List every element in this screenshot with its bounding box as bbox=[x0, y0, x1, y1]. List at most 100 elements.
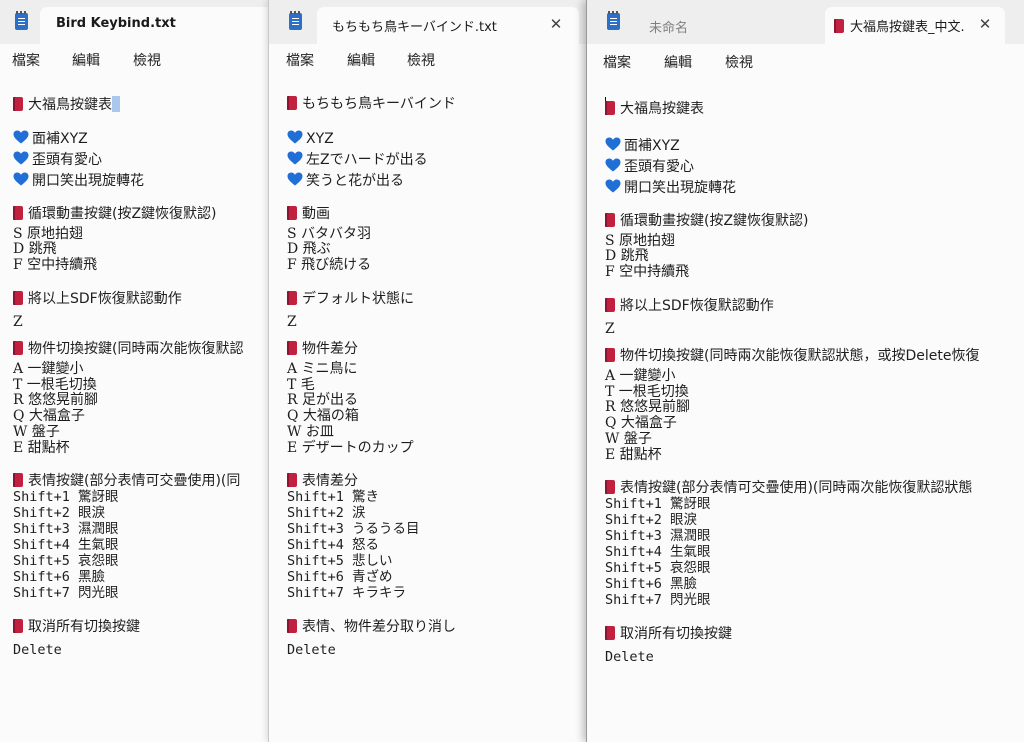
line-text: Shift+5 悲しい bbox=[287, 553, 393, 569]
menu-view[interactable]: 檢視 bbox=[133, 50, 161, 70]
section-heading: 表情、物件差分取り消し bbox=[287, 619, 456, 635]
text-line: Delete bbox=[605, 649, 654, 665]
line-text: Shift+6 黑臉 bbox=[605, 576, 698, 592]
tab-mochimochi-keybind[interactable]: もちもち鳥キーバインド.txt ✕ bbox=[317, 7, 579, 44]
text-line: Shift+7 閃光眼 bbox=[13, 585, 119, 601]
heart-line: 面補XYZ bbox=[605, 137, 680, 154]
line-text: Q 大福盒子 bbox=[13, 408, 85, 424]
text-line: E デザートのカップ bbox=[287, 440, 414, 456]
text-line: Q 大福盒子 bbox=[13, 408, 85, 424]
menu-view[interactable]: 檢視 bbox=[725, 52, 753, 72]
line-text: A 一鍵變小 bbox=[13, 361, 84, 377]
book-icon bbox=[287, 341, 297, 355]
text-line: Shift+5 哀怨眼 bbox=[13, 553, 119, 569]
section-heading: 將以上SDF恢復默認動作 bbox=[605, 298, 774, 314]
text-line: Shift+4 生氣眼 bbox=[13, 537, 119, 553]
close-tab-icon[interactable]: ✕ bbox=[547, 15, 565, 33]
line-text: 開口笑出現旋轉花 bbox=[624, 180, 736, 196]
section-heading: 表情差分 bbox=[287, 473, 358, 489]
heart-icon bbox=[605, 158, 621, 172]
line-text: 動画 bbox=[302, 206, 330, 222]
line-text: S 原地拍翅 bbox=[605, 233, 676, 249]
text-line: Shift+5 悲しい bbox=[287, 553, 393, 569]
line-text: S バタバタ羽 bbox=[287, 226, 372, 242]
heart-line: 面補XYZ bbox=[13, 130, 88, 147]
menu-edit[interactable]: 編輯 bbox=[72, 50, 100, 70]
text-line: Shift+1 驚き bbox=[287, 489, 379, 505]
line-text: Shift+5 哀怨眼 bbox=[605, 560, 711, 576]
text-editor-area[interactable]: もちもち鳥キーバインド XYZ 左Zでハードが出る 笑うと花が出る 動画 S バタバタ羽 D… bbox=[269, 76, 587, 742]
menu-file[interactable]: 檔案 bbox=[12, 50, 40, 70]
line-text: A 一鍵變小 bbox=[605, 368, 676, 384]
heart-icon bbox=[287, 151, 303, 165]
notepad-icon bbox=[289, 11, 302, 30]
text-line: Shift+7 閃光眼 bbox=[605, 592, 711, 608]
line-text: 循環動畫按鍵(按Z鍵恢復默認) bbox=[620, 213, 809, 229]
line-text: Shift+2 涙 bbox=[287, 505, 366, 521]
heart-line: 左Zでハードが出る bbox=[287, 151, 428, 168]
notepad-window-daifuku-keybind-chinese: 未命名 大福鳥按鍵表_中文. ✕ 檔案 編輯 檢視 大福鳥按鍵表 面補XYZ 歪頭有… bbox=[586, 0, 1024, 742]
line-text: F 飛び続ける bbox=[287, 257, 372, 273]
line-text: Z bbox=[13, 314, 23, 330]
text-line: R 足が出る bbox=[287, 392, 358, 408]
book-icon bbox=[605, 480, 615, 494]
line-text: T 一根毛切換 bbox=[605, 384, 689, 400]
text-editor-area[interactable]: 大福鳥按鍵表 面補XYZ 歪頭有愛心 開口笑出現旋轉花 循環動畫按鍵(按Z鍵恢復默認) S… bbox=[0, 76, 268, 742]
tab-daifuku-keybind-chinese[interactable]: 大福鳥按鍵表_中文. ✕ bbox=[825, 7, 1005, 44]
line-text: W 盤子 bbox=[13, 424, 60, 440]
text-line: Shift+6 青ざめ bbox=[287, 569, 393, 585]
text-line: F 空中持續飛 bbox=[13, 257, 97, 273]
line-text: F 空中持續飛 bbox=[13, 257, 98, 273]
heart-icon bbox=[13, 151, 29, 165]
text-line: Shift+5 哀怨眼 bbox=[605, 560, 711, 576]
line-text: Shift+2 眼淚 bbox=[13, 505, 106, 521]
tab-untitled[interactable]: 未命名 bbox=[649, 17, 688, 36]
book-icon bbox=[13, 619, 23, 633]
text-selection bbox=[112, 96, 120, 112]
section-heading: 物件切換按鍵(同時兩次能恢復默認 bbox=[13, 341, 243, 357]
text-editor-area[interactable]: 大福鳥按鍵表 面補XYZ 歪頭有愛心 開口笑出現旋轉花 循環動畫按鍵(按Z鍵恢復默認) S… bbox=[587, 80, 1024, 742]
title-bar: Bird Keybind.txt bbox=[0, 0, 268, 44]
line-text: E 甜點杯 bbox=[605, 447, 662, 463]
menu-bar: 檔案 編輯 檢視 bbox=[269, 44, 587, 76]
notepad-window-mochimochi-keybind: もちもち鳥キーバインド.txt ✕ 檔案 編輯 檢視 もちもち鳥キーバインド XY… bbox=[268, 0, 587, 742]
close-tab-icon[interactable]: ✕ bbox=[976, 15, 994, 33]
section-heading: 循環動畫按鍵(按Z鍵恢復默認) bbox=[605, 213, 809, 229]
menu-file[interactable]: 檔案 bbox=[286, 50, 314, 70]
text-line: Shift+4 怒る bbox=[287, 537, 379, 553]
section-heading: 取消所有切換按鍵 bbox=[13, 619, 140, 635]
line-text: A ミニ鳥に bbox=[287, 361, 358, 377]
menu-edit[interactable]: 編輯 bbox=[347, 50, 375, 70]
line-text: D 飛ぶ bbox=[287, 241, 331, 257]
line-text: Z bbox=[605, 321, 615, 337]
line-text: Shift+4 怒る bbox=[287, 537, 380, 553]
line-text: 表情按鍵(部分表情可交疊使用)(同 bbox=[28, 473, 241, 489]
text-line: Shift+1 驚訝眼 bbox=[605, 496, 711, 512]
text-line: W 盤子 bbox=[13, 424, 60, 440]
menu-view[interactable]: 檢視 bbox=[407, 50, 435, 70]
book-icon bbox=[605, 101, 615, 115]
text-line: R 悠悠晃前腳 bbox=[13, 392, 98, 408]
notepad-icon bbox=[15, 11, 28, 30]
line-text: 表情按鍵(部分表情可交疊使用)(同時兩次能恢復默認狀態 bbox=[620, 480, 973, 496]
line-text: T 一根毛切換 bbox=[13, 377, 97, 393]
line-text: Shift+2 眼淚 bbox=[605, 512, 698, 528]
line-text: 物件切換按鍵(同時兩次能恢復默認狀態，或按Delete恢復 bbox=[620, 348, 980, 364]
text-line: F 飛び続ける bbox=[287, 257, 371, 273]
text-line: S バタバタ羽 bbox=[287, 226, 371, 242]
text-line: Q 大福盒子 bbox=[605, 415, 677, 431]
section-heading: 大福鳥按鍵表 bbox=[13, 96, 120, 113]
heart-line: 開口笑出現旋轉花 bbox=[13, 172, 144, 189]
line-text: Shift+7 キラキラ bbox=[287, 585, 407, 601]
menu-file[interactable]: 檔案 bbox=[603, 52, 631, 72]
heart-line: 開口笑出現旋轉花 bbox=[605, 179, 736, 196]
line-text: E デザートのカップ bbox=[287, 440, 414, 456]
section-heading: 動画 bbox=[287, 206, 330, 222]
text-line: A 一鍵變小 bbox=[605, 368, 676, 384]
tab-bird-keybind[interactable]: Bird Keybind.txt bbox=[40, 7, 268, 44]
line-text: Delete bbox=[605, 649, 654, 665]
menu-edit[interactable]: 編輯 bbox=[664, 52, 692, 72]
text-line: D 跳飛 bbox=[13, 241, 57, 257]
heart-line: 歪頭有愛心 bbox=[13, 151, 102, 168]
line-text: Shift+1 驚き bbox=[287, 489, 380, 505]
